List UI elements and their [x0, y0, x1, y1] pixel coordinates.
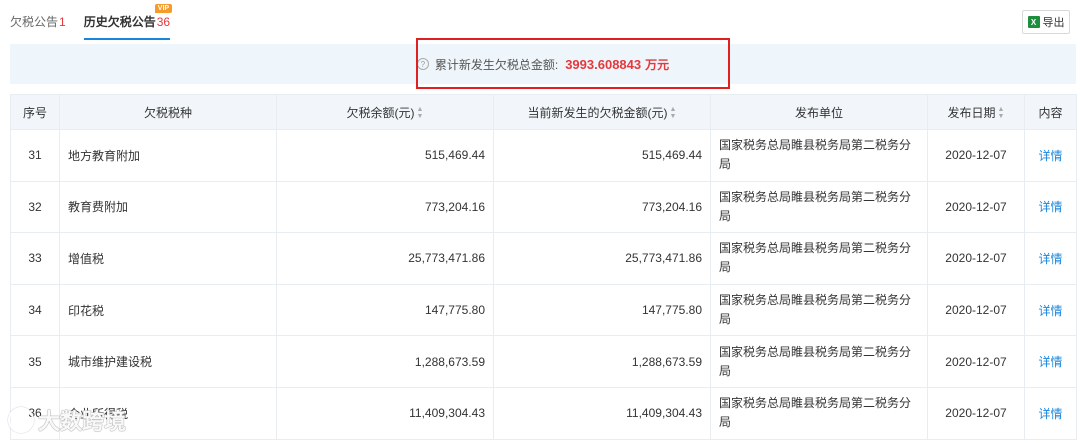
- header-new-amount-label: 当前新发生的欠税金额(元): [527, 105, 668, 120]
- cell-new-amount: 147,775.80: [493, 283, 711, 337]
- tab-bar: 欠税公告1 历史欠税公告36 VIP: [10, 4, 173, 40]
- export-button[interactable]: X 导出: [1022, 10, 1070, 34]
- cell-publisher: 国家税务总局睢县税务局第二税务分局: [710, 180, 928, 234]
- cell-tax-type: 增值税: [59, 232, 277, 285]
- tab-label: 欠税公告: [10, 15, 59, 29]
- cell-tax-type: 地方教育附加: [59, 129, 277, 182]
- cell-balance: 1,288,673.59: [276, 335, 494, 388]
- cell-tax-type: 城市维护建设税: [59, 335, 277, 388]
- highlight-annotation-box: [416, 38, 730, 89]
- header-new-amount[interactable]: 当前新发生的欠税金额(元) ▲ ▼: [493, 94, 711, 130]
- table-row: 34 印花税 147,775.80 147,775.80 国家税务总局睢县税务局…: [10, 283, 1077, 337]
- cell-balance: 773,204.16: [276, 180, 494, 234]
- vip-badge: VIP: [154, 4, 173, 13]
- cell-balance: 11,409,304.43: [276, 386, 494, 440]
- cell-content: 详情: [1024, 386, 1077, 440]
- header-content: 内容: [1024, 94, 1077, 130]
- table-row: 33 增值税 25,773,471.86 25,773,471.86 国家税务总…: [10, 232, 1077, 285]
- header-balance-label: 欠税余额(元): [346, 105, 415, 120]
- tax-arrears-table: 序号 欠税税种 欠税余额(元) ▲ ▼ 当前新发生的欠税金额(元) ▲ ▼ 发布单位 发…: [10, 94, 1077, 440]
- cell-date: 2020-12-07: [927, 386, 1025, 440]
- cell-new-amount: 25,773,471.86: [493, 232, 711, 285]
- cell-date: 2020-12-07: [927, 180, 1025, 234]
- table-row: 36 企业所得税 11,409,304.43 11,409,304.43 国家税…: [10, 386, 1077, 440]
- table-header-row: 序号 欠税税种 欠税余额(元) ▲ ▼ 当前新发生的欠税金额(元) ▲ ▼ 发布单位 发…: [10, 94, 1077, 130]
- cell-balance: 147,775.80: [276, 283, 494, 337]
- cell-date: 2020-12-07: [927, 232, 1025, 285]
- export-label: 导出: [1042, 17, 1065, 29]
- header-date-label: 发布日期: [947, 105, 996, 120]
- cell-publisher: 国家税务总局睢县税务局第二税务分局: [710, 129, 928, 182]
- cell-new-amount: 515,469.44: [493, 129, 711, 182]
- tab-tax-arrears-notice[interactable]: 欠税公告1: [10, 12, 66, 36]
- table-row: 32 教育费附加 773,204.16 773,204.16 国家税务总局睢县税…: [10, 180, 1077, 234]
- cell-seq: 35: [10, 335, 60, 388]
- cell-seq: 34: [10, 283, 60, 337]
- cell-seq: 31: [10, 129, 60, 182]
- cell-content: 详情: [1024, 180, 1077, 234]
- sort-icon[interactable]: ▲ ▼: [670, 106, 677, 120]
- cell-tax-type: 教育费附加: [59, 180, 277, 234]
- cell-date: 2020-12-07: [927, 283, 1025, 337]
- tab-count: 1: [59, 15, 66, 29]
- cell-tax-type: 印花税: [59, 283, 277, 337]
- cell-seq: 33: [10, 232, 60, 285]
- excel-icon: X: [1027, 16, 1040, 28]
- details-link[interactable]: 详情: [1038, 200, 1062, 214]
- header-seq: 序号: [10, 94, 60, 130]
- cell-new-amount: 773,204.16: [493, 180, 711, 234]
- cell-new-amount: 11,409,304.43: [493, 386, 711, 440]
- details-link[interactable]: 详情: [1038, 304, 1062, 318]
- table-row: 35 城市维护建设税 1,288,673.59 1,288,673.59 国家税…: [10, 335, 1077, 388]
- cell-publisher: 国家税务总局睢县税务局第二税务分局: [710, 335, 928, 388]
- cell-content: 详情: [1024, 129, 1077, 182]
- cell-publisher: 国家税务总局睢县税务局第二税务分局: [710, 283, 928, 337]
- cell-content: 详情: [1024, 335, 1077, 388]
- cell-balance: 25,773,471.86: [276, 232, 494, 285]
- tab-label: 历史欠税公告: [83, 15, 156, 29]
- cell-date: 2020-12-07: [927, 129, 1025, 182]
- cell-seq: 36: [10, 386, 60, 440]
- header-balance[interactable]: 欠税余额(元) ▲ ▼: [276, 94, 494, 130]
- sort-icon[interactable]: ▲ ▼: [417, 106, 424, 120]
- cell-publisher: 国家税务总局睢县税务局第二税务分局: [710, 386, 928, 440]
- cell-tax-type: 企业所得税: [59, 386, 277, 440]
- header-date[interactable]: 发布日期 ▲ ▼: [927, 94, 1025, 130]
- cell-new-amount: 1,288,673.59: [493, 335, 711, 388]
- details-link[interactable]: 详情: [1038, 407, 1062, 421]
- details-link[interactable]: 详情: [1038, 252, 1062, 266]
- tab-history-tax-arrears-notice[interactable]: 历史欠税公告36 VIP: [83, 4, 173, 40]
- cell-content: 详情: [1024, 283, 1077, 337]
- header-tax-type: 欠税税种: [59, 94, 277, 130]
- cell-date: 2020-12-07: [927, 335, 1025, 388]
- sort-icon[interactable]: ▲ ▼: [998, 106, 1005, 120]
- table-row: 31 地方教育附加 515,469.44 515,469.44 国家税务总局睢县…: [10, 129, 1077, 182]
- header-publisher: 发布单位: [710, 94, 928, 130]
- cell-balance: 515,469.44: [276, 129, 494, 182]
- cell-content: 详情: [1024, 232, 1077, 285]
- details-link[interactable]: 详情: [1038, 149, 1062, 163]
- cell-publisher: 国家税务总局睢县税务局第二税务分局: [710, 232, 928, 285]
- tab-count: 36: [156, 15, 171, 29]
- details-link[interactable]: 详情: [1038, 355, 1062, 369]
- cell-seq: 32: [10, 180, 60, 234]
